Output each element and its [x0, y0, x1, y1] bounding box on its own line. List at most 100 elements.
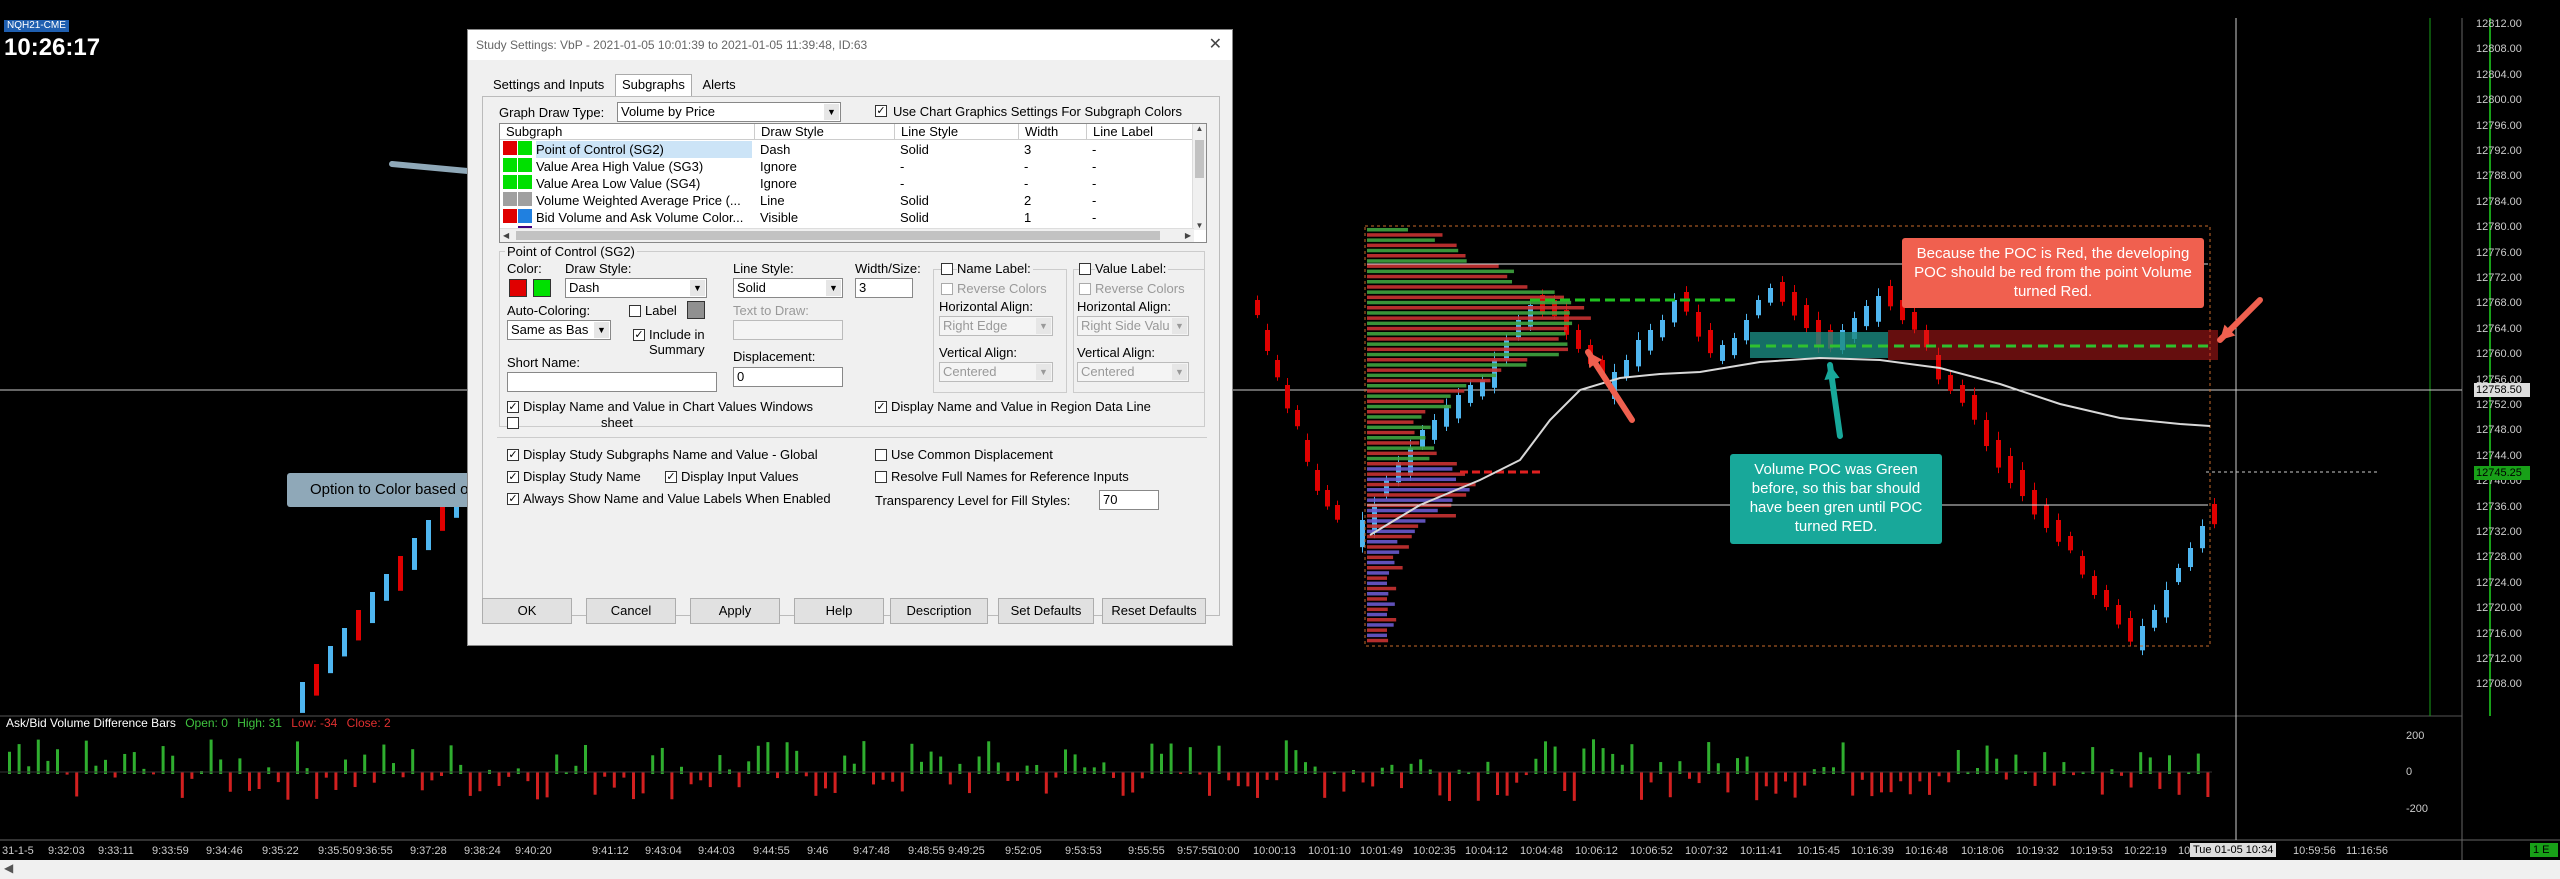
scroll-left-icon[interactable]: ◀ — [503, 229, 509, 242]
delta-bar — [363, 754, 367, 774]
label-checkbox[interactable] — [629, 305, 641, 317]
tab-alerts[interactable]: Alerts — [695, 74, 742, 96]
name-reverse-colors-checkbox[interactable] — [941, 283, 953, 295]
cancel-button[interactable]: Cancel — [586, 598, 676, 624]
delta-bar — [478, 772, 482, 792]
volume-profile-bar — [1367, 514, 1456, 518]
grid-row[interactable]: Value Area High Value (SG3) Ignore - - - — [500, 158, 1192, 175]
display-global-checkbox[interactable]: ✓ — [507, 449, 519, 461]
grid-header-line-style[interactable]: Line Style — [894, 124, 1018, 140]
volume-profile-bar — [1367, 493, 1467, 497]
include-summary-checkbox[interactable]: ✓ — [633, 329, 645, 341]
delta-bar — [507, 772, 511, 777]
ok-button[interactable]: OK — [482, 598, 572, 624]
subgraph-color-swatch[interactable] — [503, 192, 517, 206]
grid-vertical-scrollbar[interactable]: ▲ ▼ — [1192, 124, 1206, 230]
time-axis-label: 10:04:12 — [1465, 845, 1508, 857]
value-horizontal-align-select[interactable]: Right Side Valu ▼ — [1077, 316, 1189, 336]
display-study-name-checkbox[interactable]: ✓ — [507, 471, 519, 483]
graph-draw-type-select[interactable]: Volume by Price ▼ — [617, 102, 841, 122]
delta-bar — [2206, 772, 2210, 797]
color-secondary-swatch[interactable] — [533, 279, 551, 297]
volume-profile-bar — [1367, 264, 1499, 268]
time-axis-label: 10:00:13 — [1253, 845, 1296, 857]
delta-bar — [2043, 752, 2047, 774]
color-primary-swatch[interactable] — [509, 279, 527, 297]
subgraphs-grid[interactable]: Subgraph Draw Style Line Style Width Lin… — [499, 123, 1207, 243]
subgraph-color-swatch[interactable] — [503, 175, 517, 189]
grid-horizontal-scrollbar[interactable]: ◀ ▶ — [500, 228, 1194, 242]
help-button[interactable]: Help — [794, 598, 884, 624]
displacement-input[interactable]: 0 — [733, 367, 843, 387]
scroll-left-icon[interactable]: ◀ — [4, 861, 13, 875]
description-button[interactable]: Description — [890, 598, 988, 624]
transparency-input[interactable]: 70 — [1099, 490, 1159, 510]
scroll-thumb[interactable] — [516, 231, 1160, 240]
delta-bar — [814, 772, 818, 796]
name-label-checkbox[interactable] — [941, 263, 953, 275]
subgraph-color-swatch[interactable] — [503, 158, 517, 172]
short-name-input[interactable] — [507, 372, 717, 392]
tab-subgraphs[interactable]: Subgraphs — [614, 74, 692, 96]
subgraph-color-swatch[interactable] — [518, 192, 532, 206]
volume-profile-bar — [1367, 378, 1491, 383]
text-to-draw-input[interactable] — [733, 320, 843, 340]
reset-defaults-button[interactable]: Reset Defaults — [1102, 598, 1206, 624]
study-settings-dialog[interactable]: Study Settings: VbP - 2021-01-05 10:01:3… — [467, 29, 1233, 646]
subgraph-color-swatch[interactable] — [518, 141, 532, 155]
delta-bar — [593, 772, 597, 795]
grid-row[interactable]: Point of Control (SG2) Dash Solid 3 - — [500, 141, 1192, 158]
grid-header-subgraph[interactable]: Subgraph — [500, 124, 754, 140]
subgraph-title: Ask/Bid Volume Difference Bars — [6, 716, 176, 730]
delta-bar — [1112, 772, 1115, 778]
price-chart[interactable] — [0, 0, 2560, 879]
scroll-right-icon[interactable]: ▶ — [1185, 229, 1191, 242]
grid-row[interactable]: Volume Weighted Average Price (... Line So… — [500, 192, 1192, 209]
scroll-down-icon[interactable]: ▼ — [1193, 221, 1206, 230]
tab-settings-and-inputs[interactable]: Settings and Inputs — [486, 74, 611, 96]
grid-header-draw-style[interactable]: Draw Style — [754, 124, 894, 140]
line-style-select[interactable]: Solid ▼ — [733, 278, 843, 298]
subgraph-color-swatch[interactable] — [503, 141, 517, 155]
scroll-up-icon[interactable]: ▲ — [1193, 124, 1206, 133]
common-displacement-checkbox[interactable] — [875, 449, 887, 461]
name-vertical-align-select[interactable]: Centered ▼ — [939, 362, 1053, 382]
candle — [2116, 605, 2121, 625]
volume-profile-bar — [1367, 524, 1419, 528]
horizontal-scrollbar[interactable]: ◀ — [0, 860, 2560, 879]
subgraph-color-swatch[interactable] — [518, 209, 532, 223]
price-axis-label: 12812.00 — [2476, 18, 2522, 30]
grid-header-width[interactable]: Width — [1018, 124, 1086, 140]
volume-profile-bar — [1367, 321, 1573, 326]
subgraph-color-swatch[interactable] — [518, 175, 532, 189]
display-chart-values-checkbox[interactable]: ✓ — [507, 401, 519, 413]
value-label-checkbox[interactable] — [1079, 263, 1091, 275]
candle — [1804, 305, 1809, 329]
dialog-titlebar[interactable]: Study Settings: VbP - 2021-01-05 10:01:3… — [468, 30, 1232, 60]
width-size-input[interactable]: 3 — [855, 278, 913, 298]
auto-coloring-select[interactable]: Same as Bas ▼ — [507, 320, 611, 340]
include-summary-label: Include in Summary — [649, 327, 705, 357]
use-chart-graphics-checkbox[interactable]: ✓ — [875, 105, 887, 117]
value-reverse-colors-checkbox[interactable] — [1079, 283, 1091, 295]
subgraph-color-swatch[interactable] — [503, 209, 517, 223]
display-region-checkbox[interactable]: ✓ — [875, 401, 887, 413]
grid-row[interactable]: Bid Volume and Ask Volume Color... Visibl… — [500, 209, 1192, 226]
display-sheet-checkbox[interactable] — [507, 417, 519, 429]
set-defaults-button[interactable]: Set Defaults — [998, 598, 1094, 624]
subgraph-color-swatch[interactable] — [518, 158, 532, 172]
draw-style-select[interactable]: Dash ▼ — [565, 278, 707, 298]
value-vertical-align-select[interactable]: Centered ▼ — [1077, 362, 1189, 382]
label-color-swatch[interactable] — [687, 301, 705, 319]
name-horizontal-align-select[interactable]: Right Edge ▼ — [939, 316, 1053, 336]
scroll-thumb[interactable] — [1195, 140, 1204, 178]
apply-button[interactable]: Apply — [690, 598, 780, 624]
time-axis-right-1: 10:59:56 — [2293, 845, 2336, 857]
grid-header-line-label[interactable]: Line Label — [1086, 124, 1192, 140]
grid-row[interactable]: Value Area Low Value (SG4) Ignore - - - — [500, 175, 1192, 192]
always-show-checkbox[interactable]: ✓ — [507, 493, 519, 505]
grid-cell-name: Point of Control (SG2) — [536, 141, 752, 158]
close-icon[interactable]: ✕ — [1209, 30, 1222, 60]
display-input-values-checkbox[interactable]: ✓ — [665, 471, 677, 483]
resolve-names-checkbox[interactable] — [875, 471, 887, 483]
